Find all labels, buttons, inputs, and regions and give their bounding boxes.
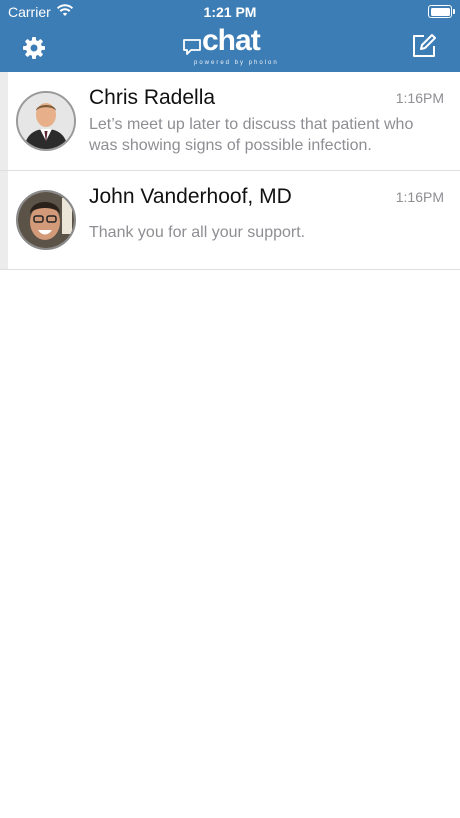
conversation-row[interactable]: John Vanderhoof, MD 1:16PM Thank you for… [0,171,460,270]
conversation-row[interactable]: Chris Radella 1:16PM Let’s meet up later… [0,72,460,171]
avatar [16,190,76,250]
contact-name: John Vanderhoof, MD [89,185,292,208]
nav-bar: chat powered by pholon [0,24,460,72]
app-header: Carrier 1:21 PM chat powered by pholon [0,0,460,72]
message-time: 1:16PM [395,90,444,106]
status-time: 1:21 PM [203,4,257,20]
message-time: 1:16PM [395,189,444,205]
battery-icon [428,5,455,18]
logo-text: chat [202,24,261,57]
row-indicator [0,72,8,170]
message-preview: Let’s meet up later to discuss that pati… [89,116,414,154]
message-preview: Thank you for all your support. [89,224,306,241]
row-indicator [0,171,8,269]
avatar [16,91,76,151]
status-bar: Carrier 1:21 PM [0,0,460,24]
gear-icon[interactable] [20,34,48,62]
compose-icon[interactable] [410,32,438,60]
chat-logo: chat powered by pholon [180,24,280,68]
logo-subtitle: powered by pholon [194,60,279,66]
contact-name: Chris Radella [89,86,216,109]
conversation-list: Chris Radella 1:16PM Let’s meet up later… [0,72,460,270]
